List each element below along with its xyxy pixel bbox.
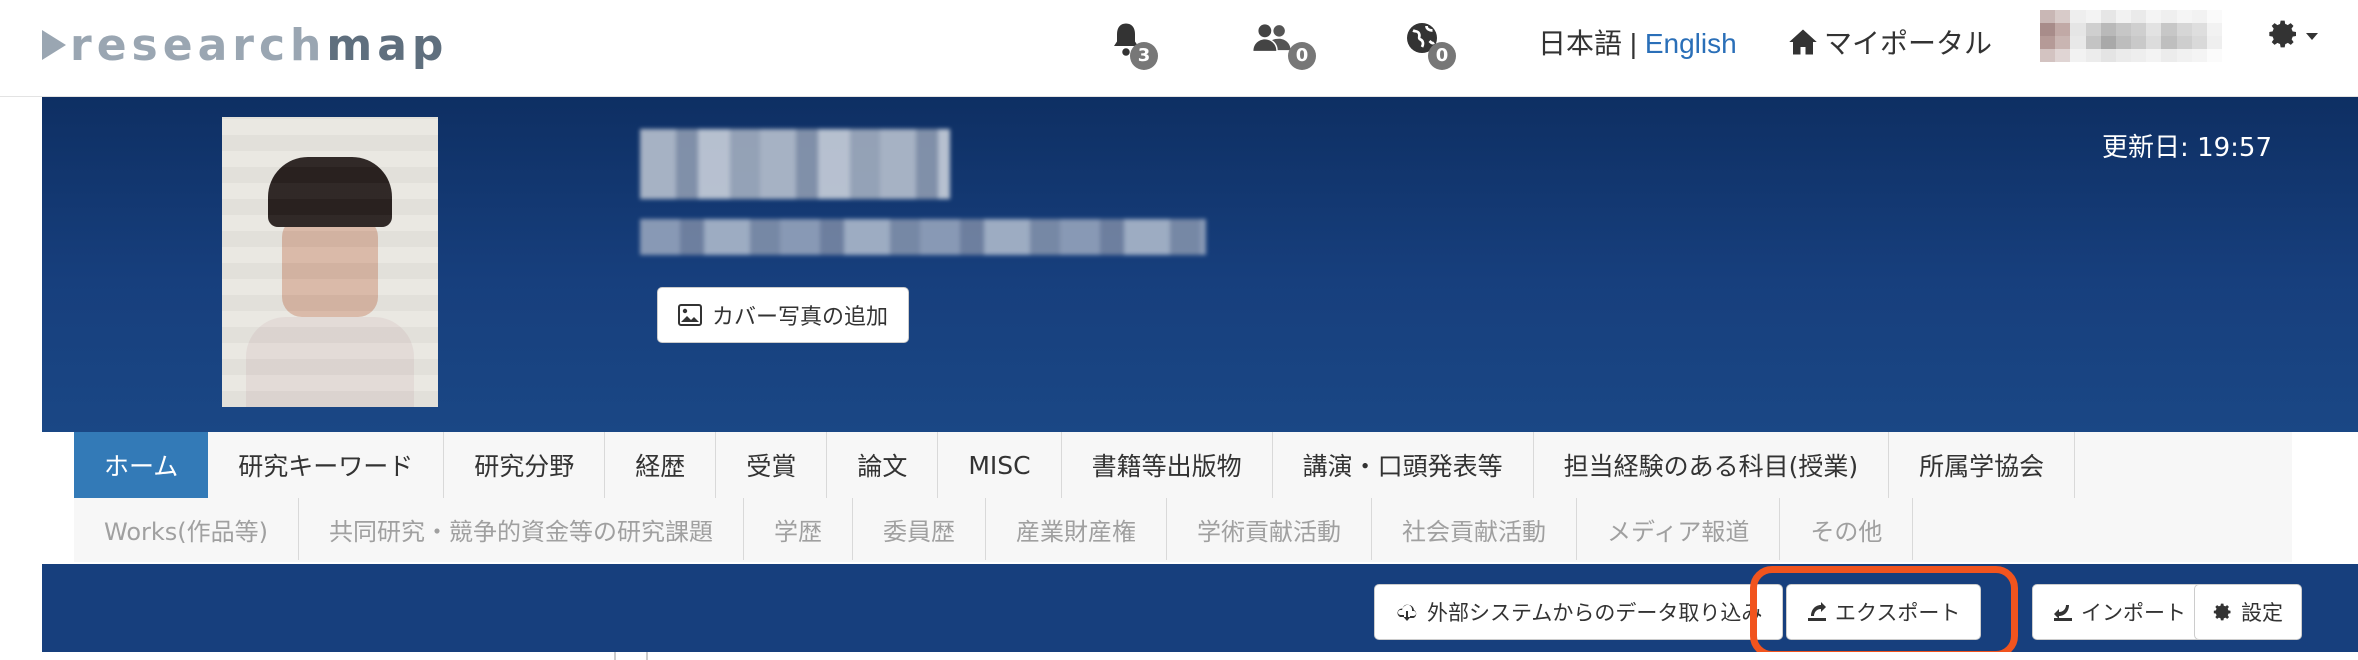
profile-tabs: ホーム 研究キーワード 研究分野 経歴 受賞 論文 MISC 書籍等出版物 講演… <box>74 432 2292 562</box>
tab-research-areas[interactable]: 研究分野 <box>444 432 606 498</box>
import-label: インポート <box>2081 601 2186 625</box>
logo-triangle-icon <box>42 30 66 60</box>
add-cover-photo-label: カバー写真の追加 <box>712 305 889 330</box>
users-icon <box>1253 24 1291 51</box>
top-navbar: researchmap 3 0 0 日本語 | English マイポータル <box>0 0 2358 97</box>
tab-career[interactable]: 経歴 <box>605 432 717 498</box>
tab-academic-contributions[interactable]: 学術貢献活動 <box>1167 498 1373 560</box>
logo-text: researchmap <box>70 20 448 71</box>
tab-social-contributions[interactable]: 社会貢献活動 <box>1372 498 1578 560</box>
tab-research-keywords[interactable]: 研究キーワード <box>208 432 445 498</box>
tab-works[interactable]: Works(作品等) <box>74 498 300 560</box>
friends-count-badge: 0 <box>1288 42 1316 70</box>
settings-label: 設定 <box>2241 601 2283 625</box>
logo-text-dark: map <box>326 19 449 71</box>
tab-misc[interactable]: MISC <box>938 432 1062 498</box>
settings-button[interactable]: 設定 <box>2194 584 2302 640</box>
researcher-name-redacted <box>640 129 950 199</box>
column-divider <box>646 652 648 660</box>
export-button[interactable]: エクスポート <box>1786 584 1982 640</box>
my-portal-label: マイポータル <box>1824 27 1993 60</box>
profile-photo <box>222 117 438 407</box>
my-portal-link[interactable]: マイポータル <box>1788 22 1992 62</box>
add-cover-photo-button[interactable]: カバー写真の追加 <box>657 287 910 343</box>
researcher-affiliation-redacted <box>640 219 1206 255</box>
tab-others[interactable]: その他 <box>1780 498 1914 560</box>
tab-teaching-experience[interactable]: 担当経験のある科目(授業) <box>1534 432 1890 498</box>
lang-en-link[interactable]: English <box>1645 28 1737 59</box>
tab-industrial-property[interactable]: 産業財産権 <box>986 498 1168 560</box>
external-import-button[interactable]: 外部システムからのデータ取り込み <box>1374 584 1784 640</box>
tab-awards[interactable]: 受賞 <box>716 432 828 498</box>
gear-icon <box>2269 20 2296 48</box>
chevron-down-icon <box>2306 32 2318 40</box>
user-menu-avatar[interactable] <box>2040 10 2222 62</box>
tab-academic-societies[interactable]: 所属学協会 <box>1889 432 2076 498</box>
last-updated-text: 更新日: 19:57 <box>2102 133 2272 163</box>
external-import-label: 外部システムからのデータ取り込み <box>1427 601 1763 625</box>
tab-row-1: ホーム 研究キーワード 研究分野 経歴 受賞 論文 MISC 書籍等出版物 講演… <box>74 432 2076 498</box>
tab-row-2: Works(作品等) 共同研究・競争的資金等の研究課題 学歴 委員歴 産業財産権… <box>74 498 1914 560</box>
column-divider <box>614 652 616 660</box>
tab-education[interactable]: 学歴 <box>744 498 854 560</box>
tab-home[interactable]: ホーム <box>74 432 209 498</box>
export-label: エクスポート <box>1835 601 1961 625</box>
profile-cover: カバー写真の追加 更新日: 19:57 <box>42 97 2358 432</box>
gear-icon <box>2213 603 2231 621</box>
notifications-button[interactable]: 3 <box>1108 20 1178 72</box>
tab-media-coverage[interactable]: メディア報道 <box>1577 498 1781 560</box>
notification-count-badge: 3 <box>1130 42 1158 70</box>
tab-committees[interactable]: 委員歴 <box>853 498 987 560</box>
import-icon <box>2054 605 2072 621</box>
cloud-download-icon <box>1397 604 1417 621</box>
settings-dropdown[interactable] <box>2268 18 2318 50</box>
tab-papers[interactable]: 論文 <box>827 432 939 498</box>
lang-separator: | <box>1629 28 1638 59</box>
logo-text-light: research <box>70 19 327 71</box>
tab-presentations[interactable]: 講演・口頭発表等 <box>1273 432 1534 498</box>
messages-count-badge: 0 <box>1428 42 1456 70</box>
export-icon <box>1808 602 1826 621</box>
home-icon <box>1789 29 1817 55</box>
import-button[interactable]: インポート <box>2032 584 2207 640</box>
content-top-edge <box>42 652 2358 660</box>
tab-books[interactable]: 書籍等出版物 <box>1062 432 1273 498</box>
messages-button[interactable]: 0 <box>1404 20 1474 72</box>
lang-ja-link[interactable]: 日本語 <box>1538 28 1622 59</box>
tab-research-projects[interactable]: 共同研究・競争的資金等の研究課題 <box>299 498 745 560</box>
action-toolbar: 外部システムからのデータ取り込み エクスポート インポート 設定 <box>42 564 2358 660</box>
language-switcher: 日本語 | English <box>1538 22 1737 62</box>
image-icon <box>678 304 702 326</box>
friend-requests-button[interactable]: 0 <box>1252 20 1322 72</box>
researchmap-logo[interactable]: researchmap <box>42 20 448 71</box>
